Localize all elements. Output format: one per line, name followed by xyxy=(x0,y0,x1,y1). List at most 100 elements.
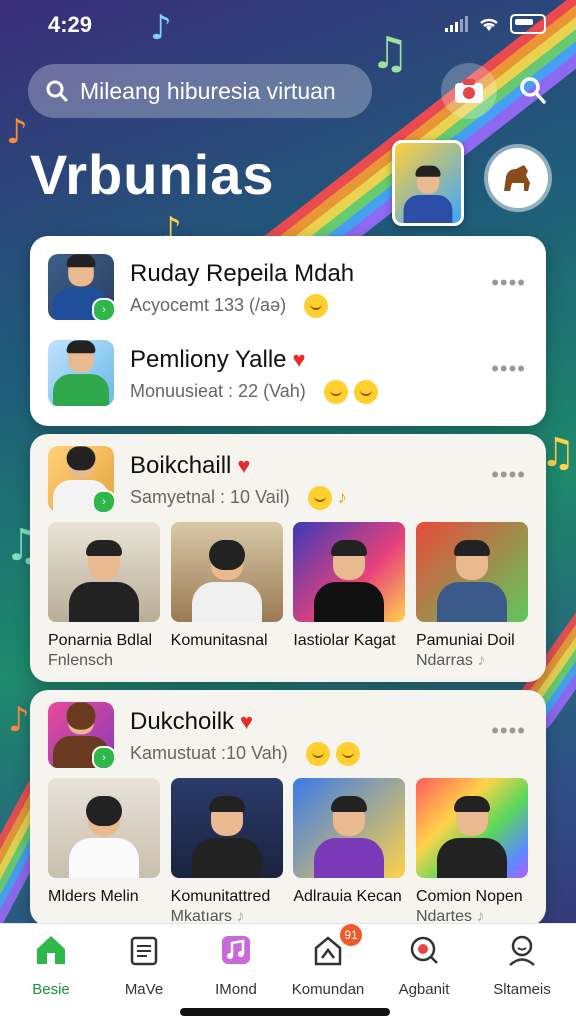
emoji-icon xyxy=(304,294,329,318)
calendar-icon xyxy=(130,936,158,966)
video-thumbnail xyxy=(415,522,528,622)
contact-status: Monuusieat : 22 (Vah) xyxy=(130,380,306,401)
music-note-icon: ♪ xyxy=(6,112,28,152)
tile-title: Komunitasnal xyxy=(170,632,268,649)
bottom-navigation: Besie MaVe IMond Komundan 91 Agbanit Slt… xyxy=(0,923,576,1024)
search-input[interactable]: Mileang hiburesia virtuan xyxy=(80,78,336,105)
camera-icon xyxy=(455,79,483,103)
video-tile[interactable]: Comion Nopen Ndartes ♪ xyxy=(415,778,528,926)
avatar: › xyxy=(48,254,114,320)
contact-status: Acyocemt 133 (/aə) xyxy=(130,294,287,315)
video-tile[interactable]: Iastiolar Kagat xyxy=(293,522,406,670)
group-card: › Dukchoilk ♥ Kamustuat :10 Vah) •••• Mld… xyxy=(30,690,546,926)
nav-item-calendar[interactable]: MaVe xyxy=(96,932,192,998)
home-icon xyxy=(37,936,65,964)
group-name: Dukchoilk xyxy=(130,708,235,735)
more-options-icon[interactable]: •••• xyxy=(491,356,526,382)
avatar: › xyxy=(48,702,114,768)
avatar xyxy=(48,340,114,406)
nav-item-share[interactable]: Komundan xyxy=(280,932,376,998)
group-status: Kamustuat :10 Vah) xyxy=(130,742,288,763)
pet-avatar[interactable] xyxy=(488,148,548,208)
more-options-icon[interactable]: •••• xyxy=(491,718,526,744)
search-icon xyxy=(46,80,68,102)
avatar: › xyxy=(48,446,114,512)
profile-icon xyxy=(509,935,535,966)
music-icon xyxy=(222,936,250,964)
nav-label: Besie xyxy=(32,981,70,998)
group-name: Boikchaill xyxy=(130,452,232,479)
video-thumbnail xyxy=(415,778,528,878)
heart-icon: ♥ xyxy=(292,347,306,372)
tile-title: Iastiolar Kagat xyxy=(293,632,396,649)
nav-label: Agbanit xyxy=(398,981,450,998)
user-search-icon xyxy=(520,77,546,104)
nav-label: IMond xyxy=(215,981,257,998)
heart-icon: ♥ xyxy=(240,709,254,734)
nav-item-home[interactable]: Besie xyxy=(3,932,99,998)
nav-item-target[interactable]: Agbanit xyxy=(376,932,472,998)
video-tile[interactable]: Komunitattred Mkatıars ♪ xyxy=(170,778,283,926)
contact-name: Ruday Repeila Mdah xyxy=(130,260,355,287)
video-thumbnail xyxy=(293,522,406,622)
status-bar: 4:29 xyxy=(0,0,576,50)
status-time: 4:29 xyxy=(48,12,93,37)
horse-icon xyxy=(504,165,530,191)
video-tile[interactable]: Ponarnia Bdlal Fnlensch xyxy=(48,522,160,670)
video-tile[interactable]: Mlders Melin xyxy=(48,778,160,926)
tile-title: Mlders Melin xyxy=(48,888,139,905)
online-badge-icon: › xyxy=(92,490,114,512)
emoji-icon xyxy=(305,742,330,766)
home-indicator[interactable] xyxy=(180,1008,390,1016)
heart-icon: ♥ xyxy=(237,453,251,478)
tile-title: Pamuniai Doil xyxy=(415,632,515,649)
group-card: › Boikchaill ♥ Samyetnal : 10 Vail) ♪ ••••… xyxy=(30,434,546,682)
tile-subtitle: Ndarras xyxy=(415,652,473,669)
nav-label: Komundan xyxy=(291,981,365,998)
profile-search-button[interactable] xyxy=(504,63,560,119)
music-note-icon: ♪ xyxy=(477,652,486,669)
group-status: Samyetnal : 10 Vail) xyxy=(130,486,290,507)
music-note-icon: ♪ xyxy=(8,700,30,740)
video-thumbnail xyxy=(170,778,283,878)
target-icon xyxy=(410,936,438,964)
online-badge-icon: › xyxy=(92,746,114,768)
tile-title: Ponarnia Bdlal xyxy=(48,632,153,649)
tile-title: Komunitattred xyxy=(170,888,271,905)
contact-name: Pemliony Yalle xyxy=(130,346,287,373)
search-bar[interactable]: Mileang hiburesia virtuan xyxy=(28,64,372,118)
video-tile[interactable]: Komunitasnal xyxy=(170,522,283,670)
nav-label: MaVe xyxy=(124,981,164,998)
tile-title: Adlrauia Kecan xyxy=(293,888,402,905)
nav-item-profile[interactable]: Sltameis xyxy=(474,932,570,998)
video-tile[interactable]: Adlrauia Kecan xyxy=(293,778,406,926)
battery-icon xyxy=(510,14,546,34)
group-header[interactable]: › Boikchaill ♥ Samyetnal : 10 Vail) ♪ •••• xyxy=(48,446,528,516)
music-note-icon: ♪ xyxy=(337,486,347,507)
video-tile[interactable]: Pamuniai Doil Ndarras ♪ xyxy=(415,522,528,670)
contacts-card: › Ruday Repeila Mdah Acyocemt 133 (/aə) … xyxy=(30,236,546,426)
wifi-icon xyxy=(480,18,498,31)
online-badge-icon: › xyxy=(92,298,114,320)
tile-title: Comion Nopen xyxy=(415,888,523,905)
page-title: Vrbunias xyxy=(30,143,275,206)
nav-item-music[interactable]: IMond xyxy=(188,932,284,998)
video-thumbnail xyxy=(170,522,283,622)
group-header[interactable]: › Dukchoilk ♥ Kamustuat :10 Vah) •••• xyxy=(48,702,528,772)
list-item[interactable]: Pemliony Yalle ♥ Monuusieat : 22 (Vah) ••… xyxy=(48,340,528,410)
tile-subtitle: Fnlensch xyxy=(48,652,113,669)
more-options-icon[interactable]: •••• xyxy=(491,462,526,488)
emoji-icon xyxy=(335,742,360,766)
camera-button[interactable] xyxy=(441,63,497,119)
video-thumbnail xyxy=(48,778,160,878)
notification-badge: 91 xyxy=(340,924,362,946)
emoji-icon xyxy=(323,380,348,404)
more-options-icon[interactable]: •••• xyxy=(491,270,526,296)
cellular-signal-icon xyxy=(445,16,468,32)
list-item[interactable]: › Ruday Repeila Mdah Acyocemt 133 (/aə) … xyxy=(48,254,528,324)
featured-thumbnail[interactable] xyxy=(392,140,464,226)
emoji-icon xyxy=(353,380,378,404)
video-thumbnail xyxy=(293,778,406,878)
video-thumbnail xyxy=(48,522,160,622)
emoji-icon xyxy=(307,486,332,510)
